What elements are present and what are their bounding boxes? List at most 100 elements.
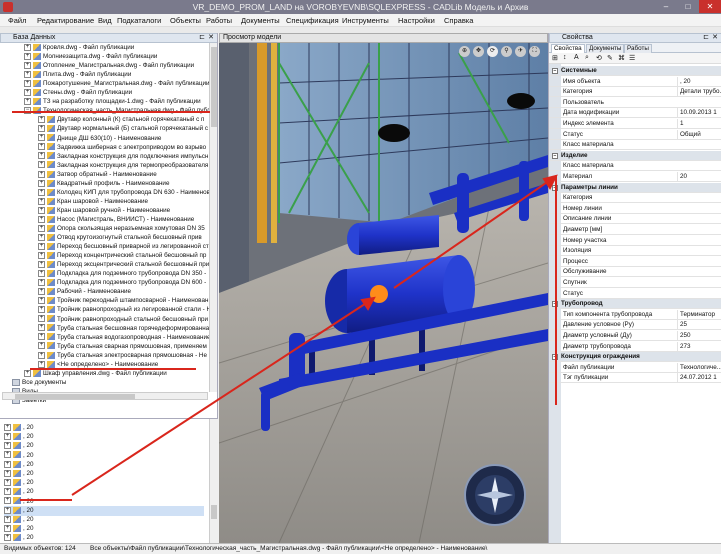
expand-icon[interactable]: + — [24, 52, 31, 60]
expand-icon[interactable]: + — [38, 215, 45, 223]
expand-icon[interactable]: + — [4, 506, 11, 514]
expand-icon[interactable]: + — [38, 116, 45, 124]
menu-edit[interactable]: Редактирование — [37, 16, 94, 25]
expand-icon[interactable]: + — [38, 170, 45, 178]
minimize-button[interactable]: – — [655, 0, 677, 13]
list-vertical-scrollbar[interactable] — [209, 419, 218, 543]
property-value[interactable]: 25 — [677, 320, 721, 331]
property-value[interactable]: 10.09.2013 1 — [677, 108, 721, 119]
property-row[interactable]: Описание линии — [549, 214, 721, 225]
property-row[interactable]: Класс материала — [549, 140, 721, 151]
expand-icon[interactable]: + — [4, 525, 11, 533]
menu-works[interactable]: Работы — [206, 16, 232, 25]
walk-icon[interactable]: ⚲ — [501, 46, 512, 57]
tab-properties[interactable]: Свойства — [551, 44, 585, 53]
property-row[interactable]: Файл публикации Технологиче... — [549, 362, 721, 373]
menu-view[interactable]: Вид — [98, 16, 112, 25]
expand-icon[interactable]: + — [38, 315, 45, 323]
collapse-icon[interactable]: − — [552, 68, 558, 74]
property-row[interactable]: Номер линии — [549, 204, 721, 214]
expand-icon[interactable]: + — [38, 143, 45, 151]
menu-settings[interactable]: Настройки — [398, 16, 435, 25]
property-row[interactable]: Индекс элемента 1 — [549, 119, 721, 129]
expand-icon[interactable]: + — [38, 333, 45, 341]
property-category[interactable]: − Трубопровод — [549, 299, 721, 310]
collapse-icon[interactable]: − — [552, 152, 558, 159]
expand-icon[interactable]: + — [4, 460, 11, 468]
collapse-icon[interactable]: − — [552, 354, 558, 361]
property-row[interactable]: Материал 20 — [549, 172, 721, 182]
property-value[interactable]: Общий — [677, 129, 721, 140]
model-scene[interactable] — [219, 43, 548, 543]
list-icon[interactable]: ☰ — [629, 54, 635, 62]
expand-icon[interactable]: + — [4, 497, 11, 505]
menu-file[interactable]: Файл — [8, 16, 26, 25]
categorized-icon[interactable]: ⊞ — [552, 54, 558, 62]
property-row[interactable]: Диаметр условный (Ду) 250 — [549, 331, 721, 341]
expand-icon[interactable]: + — [4, 469, 11, 477]
expand-icon[interactable]: + — [38, 134, 45, 142]
property-row[interactable]: Диаметр трубопровода 273 — [549, 341, 721, 352]
property-row[interactable]: Обслуживание — [549, 267, 721, 278]
property-value[interactable]: 24.07.2012 1 — [677, 373, 721, 384]
expand-icon[interactable]: + — [4, 451, 11, 459]
expand-icon[interactable]: + — [24, 70, 31, 78]
expand-icon[interactable]: + — [38, 233, 45, 241]
menu-objects[interactable]: Объекты — [170, 16, 201, 25]
fly-icon[interactable]: ✈ — [515, 46, 526, 57]
property-row[interactable]: Класс материала — [549, 161, 721, 172]
property-value[interactable]: 1 — [677, 119, 721, 129]
expand-icon[interactable]: + — [24, 43, 31, 51]
property-row[interactable]: Спутник — [549, 278, 721, 288]
menu-tools[interactable]: Инструменты — [342, 16, 389, 25]
expand-icon[interactable]: + — [38, 188, 45, 196]
property-row[interactable]: Диаметр [мм] — [549, 225, 721, 235]
property-value[interactable]: , 20 — [677, 76, 721, 87]
zoom-icon[interactable]: ⊕ — [459, 46, 470, 57]
expand-icon[interactable]: + — [38, 288, 45, 296]
expand-icon[interactable]: + — [38, 270, 45, 278]
expand-icon[interactable]: + — [38, 324, 45, 332]
property-value[interactable]: Технологиче... — [677, 362, 721, 373]
panel-close-icon[interactable]: ✕ — [208, 34, 214, 42]
tree-vertical-scrollbar[interactable] — [209, 43, 217, 392]
tab-documents[interactable]: Документы — [586, 44, 625, 53]
maximize-button[interactable]: □ — [677, 0, 699, 13]
expand-icon[interactable]: + — [24, 89, 31, 97]
expand-icon[interactable]: + — [4, 433, 11, 441]
edit-icon[interactable]: ✎ — [607, 54, 613, 62]
expand-icon[interactable]: + — [38, 161, 45, 169]
expand-icon[interactable]: + — [4, 515, 11, 523]
highlighted-element[interactable] — [370, 285, 388, 303]
expand-icon[interactable]: + — [38, 125, 45, 133]
property-value[interactable]: 20 — [677, 172, 721, 182]
property-value[interactable]: 273 — [677, 341, 721, 352]
properties-pin-icon[interactable]: ⊏ — [703, 34, 709, 42]
property-row[interactable]: Дата модификации 10.09.2013 1 — [549, 108, 721, 119]
pin-icon[interactable]: ⊏ — [199, 34, 205, 42]
property-category[interactable]: − Системные — [549, 66, 721, 76]
expand-icon[interactable]: + — [4, 423, 11, 431]
alphabetical-icon[interactable]: A — [574, 54, 579, 61]
list-item[interactable]: + , 20 — [4, 533, 204, 543]
menu-subcatalogs[interactable]: Подкаталоги — [117, 16, 161, 25]
collapse-icon[interactable]: − — [552, 301, 558, 308]
navigation-compass[interactable] — [464, 464, 526, 526]
expand-icon[interactable]: + — [38, 342, 45, 350]
collapse-icon[interactable]: − — [552, 184, 558, 191]
property-value[interactable]: Терминатор — [677, 309, 721, 320]
expand-icon[interactable]: + — [24, 61, 31, 69]
expand-icon[interactable]: + — [4, 488, 11, 496]
property-row[interactable]: Категория — [549, 193, 721, 204]
expand-icon[interactable]: + — [38, 224, 45, 232]
expand-icon[interactable]: + — [38, 306, 45, 314]
command-icon[interactable]: ⌘ — [618, 54, 625, 62]
expand-icon[interactable]: + — [4, 479, 11, 487]
expand-icon[interactable]: + — [38, 351, 45, 359]
expand-icon[interactable]: + — [4, 442, 11, 450]
property-value[interactable]: 250 — [677, 331, 721, 341]
fit-icon[interactable]: ⛶ — [529, 46, 540, 57]
expand-icon[interactable]: + — [38, 279, 45, 287]
expand-icon[interactable]: + — [38, 242, 45, 250]
sort-icon[interactable]: ↕ — [563, 54, 567, 61]
